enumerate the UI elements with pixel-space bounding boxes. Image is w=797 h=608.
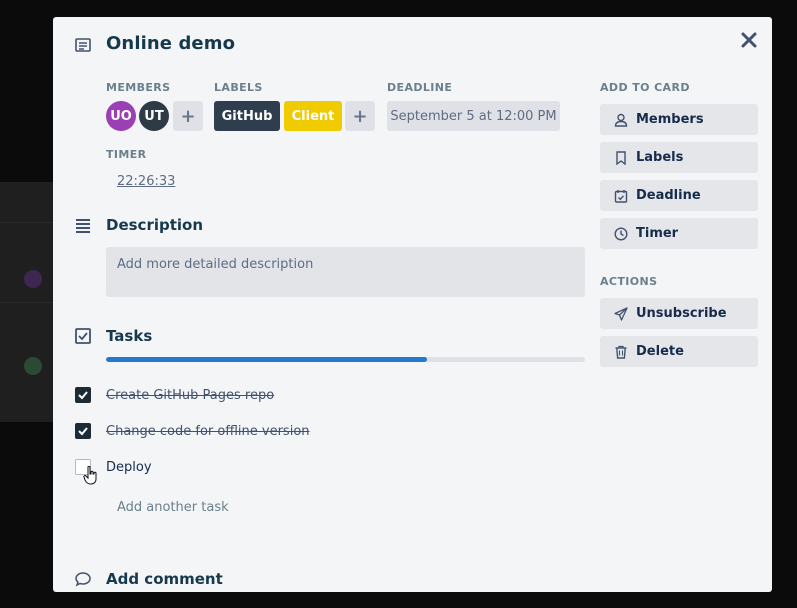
members-label: MEMBERS: [106, 81, 171, 94]
close-icon[interactable]: [740, 31, 758, 49]
delete-button[interactable]: Delete: [600, 336, 758, 367]
task-item: Create GitHub Pages repo: [75, 385, 274, 405]
add-deadline-button[interactable]: Deadline: [600, 180, 758, 211]
bookmark-icon: [614, 150, 628, 165]
task-label[interactable]: Change code for offline version: [106, 424, 310, 439]
board-divider: [0, 222, 60, 223]
tasks-progress-fill: [106, 357, 427, 362]
task-label[interactable]: Deploy: [106, 460, 152, 475]
avatar[interactable]: UT: [139, 101, 169, 131]
background-board: [0, 182, 60, 422]
tasks-progress-bar: [106, 357, 585, 362]
check-icon: [78, 391, 88, 400]
labels-label: LABELS: [214, 81, 263, 94]
description-icon: [76, 219, 90, 233]
timer-label: TIMER: [106, 148, 147, 161]
send-icon: [614, 306, 628, 321]
add-task-button[interactable]: Add another task: [117, 500, 229, 515]
add-labels-button[interactable]: Labels: [600, 142, 758, 173]
board-avatar: [24, 357, 42, 375]
calendar-icon: [614, 189, 628, 203]
comment-icon: [75, 572, 91, 587]
tasks-icon: [75, 328, 91, 344]
description-title: Description: [106, 216, 204, 234]
add-timer-label: Timer: [636, 226, 679, 241]
card-title[interactable]: Online demo: [106, 33, 235, 54]
card-details-icon: [75, 38, 91, 52]
trash-icon: [614, 345, 628, 359]
delete-label: Delete: [636, 344, 684, 359]
add-to-card-label: ADD TO CARD: [600, 81, 690, 94]
add-members-label: Members: [636, 112, 704, 127]
hand-cursor-icon: [83, 466, 97, 485]
tasks-title: Tasks: [106, 327, 153, 345]
board-divider: [0, 302, 60, 303]
add-label-button[interactable]: +: [345, 101, 375, 131]
user-icon: [614, 113, 628, 127]
add-member-button[interactable]: +: [173, 101, 203, 131]
board-avatar: [24, 270, 42, 288]
add-members-button[interactable]: Members: [600, 104, 758, 135]
card-modal: Online demo MEMBERS LABELS DEADLINE UO U…: [53, 17, 772, 592]
unsubscribe-button[interactable]: Unsubscribe: [600, 298, 758, 329]
label-chip-client[interactable]: Client: [284, 101, 342, 131]
description-input[interactable]: Add more detailed description: [106, 247, 585, 297]
actions-label: ACTIONS: [600, 275, 658, 288]
clock-icon: [614, 226, 628, 241]
add-deadline-label: Deadline: [636, 188, 701, 203]
avatar[interactable]: UO: [106, 101, 136, 131]
task-label[interactable]: Create GitHub Pages repo: [106, 388, 274, 403]
add-timer-button[interactable]: Timer: [600, 218, 758, 249]
deadline-chip[interactable]: September 5 at 12:00 PM: [387, 101, 560, 131]
check-icon: [78, 427, 88, 436]
deadline-label: DEADLINE: [387, 81, 453, 94]
add-labels-label: Labels: [636, 150, 684, 165]
task-item: Change code for offline version: [75, 421, 310, 441]
label-chip-github[interactable]: GitHub: [214, 101, 280, 131]
task-checkbox[interactable]: [75, 423, 91, 439]
add-comment-title[interactable]: Add comment: [106, 570, 223, 588]
task-checkbox[interactable]: [75, 387, 91, 403]
timer-value[interactable]: 22:26:33: [117, 174, 175, 189]
unsubscribe-label: Unsubscribe: [636, 306, 727, 321]
